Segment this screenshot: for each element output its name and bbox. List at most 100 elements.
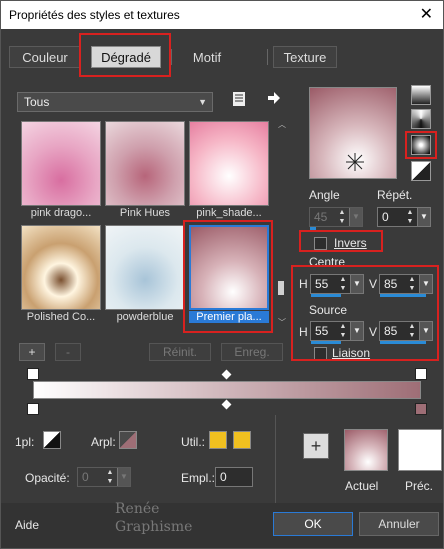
top-stop-right[interactable] bbox=[415, 368, 427, 380]
spin-arrows-icon[interactable]: ▲ ▼ bbox=[336, 208, 348, 226]
gradient-thumb[interactable]: Pink Hues bbox=[105, 121, 185, 221]
angle-slider[interactable] bbox=[310, 227, 316, 230]
tab-degrade[interactable]: Dégradé bbox=[91, 46, 161, 68]
gradient-preview bbox=[21, 121, 101, 206]
spin-arrows-icon[interactable]: ▲ ▼ bbox=[337, 275, 349, 293]
rectangular-style-icon[interactable] bbox=[411, 109, 431, 129]
user-color-swatch[interactable] bbox=[209, 431, 227, 449]
invert-checkbox[interactable] bbox=[314, 237, 327, 250]
centre-v-slider[interactable] bbox=[380, 294, 426, 297]
add-to-swatches-button[interactable]: + bbox=[303, 433, 329, 459]
center-crosshair-icon bbox=[346, 153, 364, 171]
background-swatch[interactable] bbox=[119, 431, 137, 449]
previous-preview[interactable] bbox=[398, 429, 442, 471]
source-v-spinner[interactable]: 85 ▲ ▼ ▼ bbox=[379, 321, 433, 341]
chevron-down-icon[interactable]: ▼ bbox=[419, 275, 432, 293]
gradient-preview bbox=[189, 121, 269, 206]
repeat-value: 0 bbox=[382, 210, 389, 224]
source-h-value: 55 bbox=[315, 324, 329, 338]
current-label: Actuel bbox=[345, 479, 379, 493]
source-h-spinner[interactable]: 55 ▲ ▼ ▼ bbox=[310, 321, 364, 341]
chevron-down-icon[interactable]: ▼ bbox=[349, 208, 362, 226]
link-label[interactable]: Liaison bbox=[332, 346, 370, 360]
repeat-spinner[interactable]: 0 ▲ ▼ ▼ bbox=[377, 207, 431, 227]
foreground-swatch[interactable] bbox=[43, 431, 61, 449]
window-title: Propriétés des styles et textures bbox=[9, 8, 180, 22]
sunburst-style-icon[interactable] bbox=[411, 161, 431, 181]
chevron-down-icon[interactable]: ▼ bbox=[350, 275, 363, 293]
opacity-label: Opacité: bbox=[25, 471, 70, 485]
gradient-preview bbox=[21, 225, 101, 310]
cancel-button[interactable]: Annuler bbox=[359, 512, 439, 536]
scroll-thumb[interactable] bbox=[278, 281, 284, 295]
gradient-name: Polished Co... bbox=[26, 311, 96, 323]
spin-arrows-icon[interactable]: ▲ ▼ bbox=[337, 322, 349, 340]
gradient-thumb[interactable]: pink drago... bbox=[21, 121, 101, 221]
centre-h-slider[interactable] bbox=[311, 294, 341, 297]
close-icon[interactable]: ✕ bbox=[420, 4, 433, 24]
centre-v-spinner[interactable]: 85 ▲ ▼ ▼ bbox=[379, 274, 433, 294]
remove-gradient-button[interactable]: - bbox=[55, 343, 81, 361]
link-checkbox[interactable] bbox=[314, 347, 327, 360]
ok-button[interactable]: OK bbox=[273, 512, 353, 536]
repeat-label: Répét. bbox=[377, 188, 413, 202]
source-v-label: V bbox=[369, 325, 378, 339]
previous-label: Préc. bbox=[405, 479, 434, 493]
gradient-editor-bar[interactable] bbox=[33, 381, 421, 399]
tab-couleur[interactable]: Couleur bbox=[9, 46, 81, 68]
source-h-slider[interactable] bbox=[311, 341, 341, 344]
centre-h-spinner[interactable]: 55 ▲ ▼ ▼ bbox=[310, 274, 364, 294]
reset-button[interactable]: Réinit. bbox=[149, 343, 211, 361]
color-stop-left[interactable] bbox=[27, 403, 39, 415]
location-label: Empl.: bbox=[181, 471, 216, 485]
radial-style-icon[interactable] bbox=[411, 135, 431, 155]
centre-v-label: V bbox=[369, 277, 378, 291]
gradient-name: pink_shade... bbox=[196, 207, 262, 219]
spin-arrows-icon[interactable]: ▲ ▼ bbox=[404, 208, 416, 226]
help-link[interactable]: Aide bbox=[15, 518, 39, 532]
gallery-scrollbar[interactable]: ︿ ﹀ bbox=[277, 119, 286, 329]
angle-spinner[interactable]: 45 ▲ ▼ ▼ bbox=[309, 207, 363, 227]
midpoint-marker[interactable] bbox=[221, 369, 232, 380]
bg-label: Arpl: bbox=[91, 435, 116, 449]
spin-arrows-icon[interactable]: ▲ ▼ bbox=[406, 275, 418, 293]
invert-label[interactable]: Invers bbox=[334, 236, 367, 250]
gradient-preview-large[interactable] bbox=[309, 87, 397, 179]
tab-motif[interactable]: Motif bbox=[181, 46, 233, 68]
source-h-label: H bbox=[299, 325, 308, 339]
save-gradient-button[interactable]: Enreg. bbox=[221, 343, 283, 361]
add-gradient-button[interactable]: + bbox=[19, 343, 45, 361]
arrow-right-icon[interactable] bbox=[267, 91, 281, 105]
top-stop-left[interactable] bbox=[27, 368, 39, 380]
opacity-value: 0 bbox=[82, 470, 89, 484]
current-preview[interactable] bbox=[344, 429, 388, 471]
midpoint-marker[interactable] bbox=[221, 399, 232, 410]
user-color-swatch[interactable] bbox=[233, 431, 251, 449]
chevron-down-icon[interactable]: ▼ bbox=[117, 468, 130, 486]
source-v-slider[interactable] bbox=[380, 341, 426, 344]
gradient-thumb[interactable]: powderblue bbox=[105, 225, 185, 325]
tab-texture[interactable]: Texture bbox=[273, 46, 337, 68]
gradient-name: Pink Hues bbox=[119, 207, 171, 219]
linear-style-icon[interactable] bbox=[411, 85, 431, 105]
gradient-thumb[interactable]: Polished Co... bbox=[21, 225, 101, 325]
color-stop-right[interactable] bbox=[415, 403, 427, 415]
chevron-down-icon[interactable]: ▼ bbox=[417, 208, 430, 226]
gradient-thumb-selected[interactable]: Premier pla... bbox=[189, 225, 269, 325]
centre-h-label: H bbox=[299, 277, 308, 291]
chevron-down-icon[interactable]: ▼ bbox=[419, 322, 432, 340]
spin-arrows-icon[interactable]: ▲ ▼ bbox=[104, 468, 116, 486]
scroll-up-icon[interactable]: ︿ bbox=[278, 119, 286, 130]
category-value: Tous bbox=[24, 95, 50, 109]
fg-label: 1pl: bbox=[15, 435, 35, 449]
location-field[interactable]: 0 bbox=[215, 467, 253, 487]
gradient-thumb[interactable]: pink_shade... bbox=[189, 121, 269, 221]
scroll-down-icon[interactable]: ﹀ bbox=[278, 317, 286, 328]
watermark-line2: Graphisme bbox=[115, 519, 193, 535]
category-select[interactable]: Tous ▼ bbox=[17, 92, 213, 112]
spin-arrows-icon[interactable]: ▲ ▼ bbox=[406, 322, 418, 340]
chevron-down-icon[interactable]: ▼ bbox=[350, 322, 363, 340]
library-icon[interactable] bbox=[232, 91, 246, 107]
tab-bar: Couleur Dégradé Motif Texture bbox=[1, 35, 443, 75]
opacity-spinner[interactable]: 0 ▲ ▼ ▼ bbox=[77, 467, 131, 487]
